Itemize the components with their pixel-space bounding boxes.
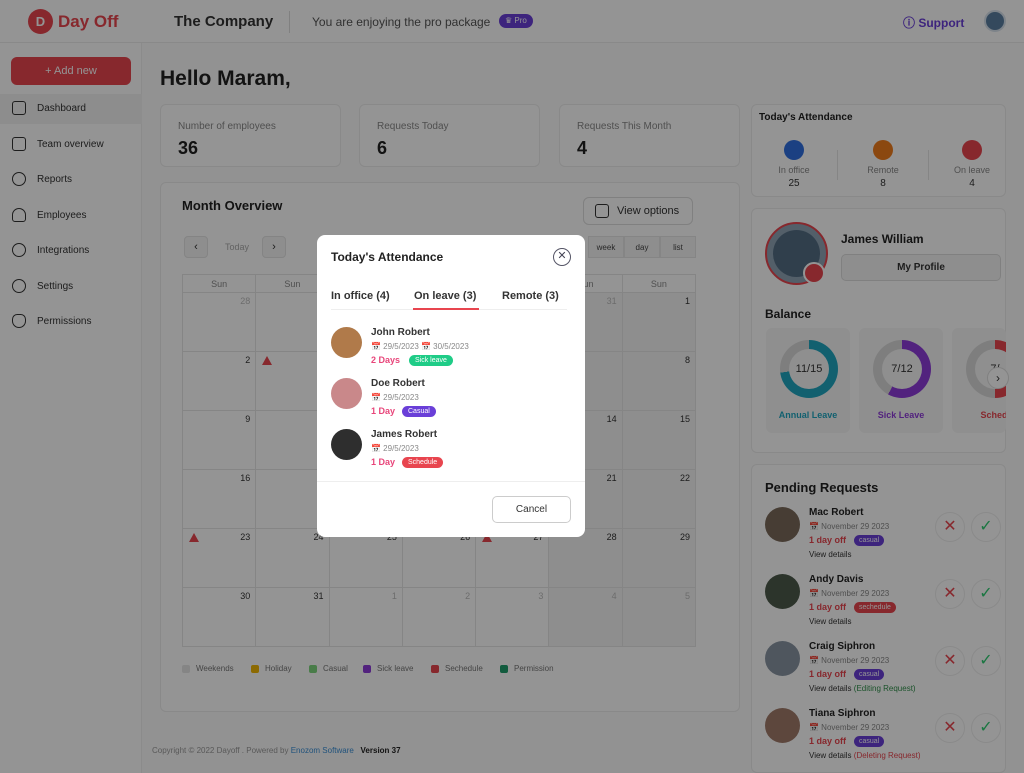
employee-name: James Robert [371, 429, 438, 440]
tab-in-office[interactable]: In office (4) [331, 290, 390, 302]
leave-list-item[interactable]: John Robert 📅 29/5/2023 📅 30/5/2023 2 Da… [331, 327, 567, 372]
avatar [331, 378, 362, 409]
leave-type-tag: Schedule [402, 457, 444, 468]
active-tab-indicator [413, 308, 479, 310]
leave-dates: 📅 29/5/2023 [371, 393, 419, 402]
employee-name: Doe Robert [371, 378, 425, 389]
leave-days: 2 Days [371, 355, 401, 365]
tab-on-leave[interactable]: On leave (3) [414, 290, 476, 302]
leave-list-item[interactable]: James Robert 📅 29/5/2023 1 Day Schedule [331, 429, 567, 474]
leave-days: 1 Day [371, 457, 396, 467]
leave-days: 1 Day [371, 406, 396, 416]
leave-type-tag: Sick leave [409, 355, 453, 366]
employee-name: John Robert [371, 327, 430, 338]
close-icon[interactable]: ✕ [553, 248, 571, 266]
modal-footer-divider [317, 481, 585, 482]
avatar [331, 429, 362, 460]
leave-type-tag: Casual [402, 406, 436, 417]
modal-title: Today's Attendance [331, 250, 444, 264]
leave-dates: 📅 29/5/2023 📅 30/5/2023 [371, 342, 469, 351]
leave-dates: 📅 29/5/2023 [371, 444, 419, 453]
tab-remote[interactable]: Remote (3) [502, 290, 559, 302]
leave-list-item[interactable]: Doe Robert 📅 29/5/2023 1 Day Casual [331, 378, 567, 423]
avatar [331, 327, 362, 358]
cancel-button[interactable]: Cancel [492, 496, 571, 523]
